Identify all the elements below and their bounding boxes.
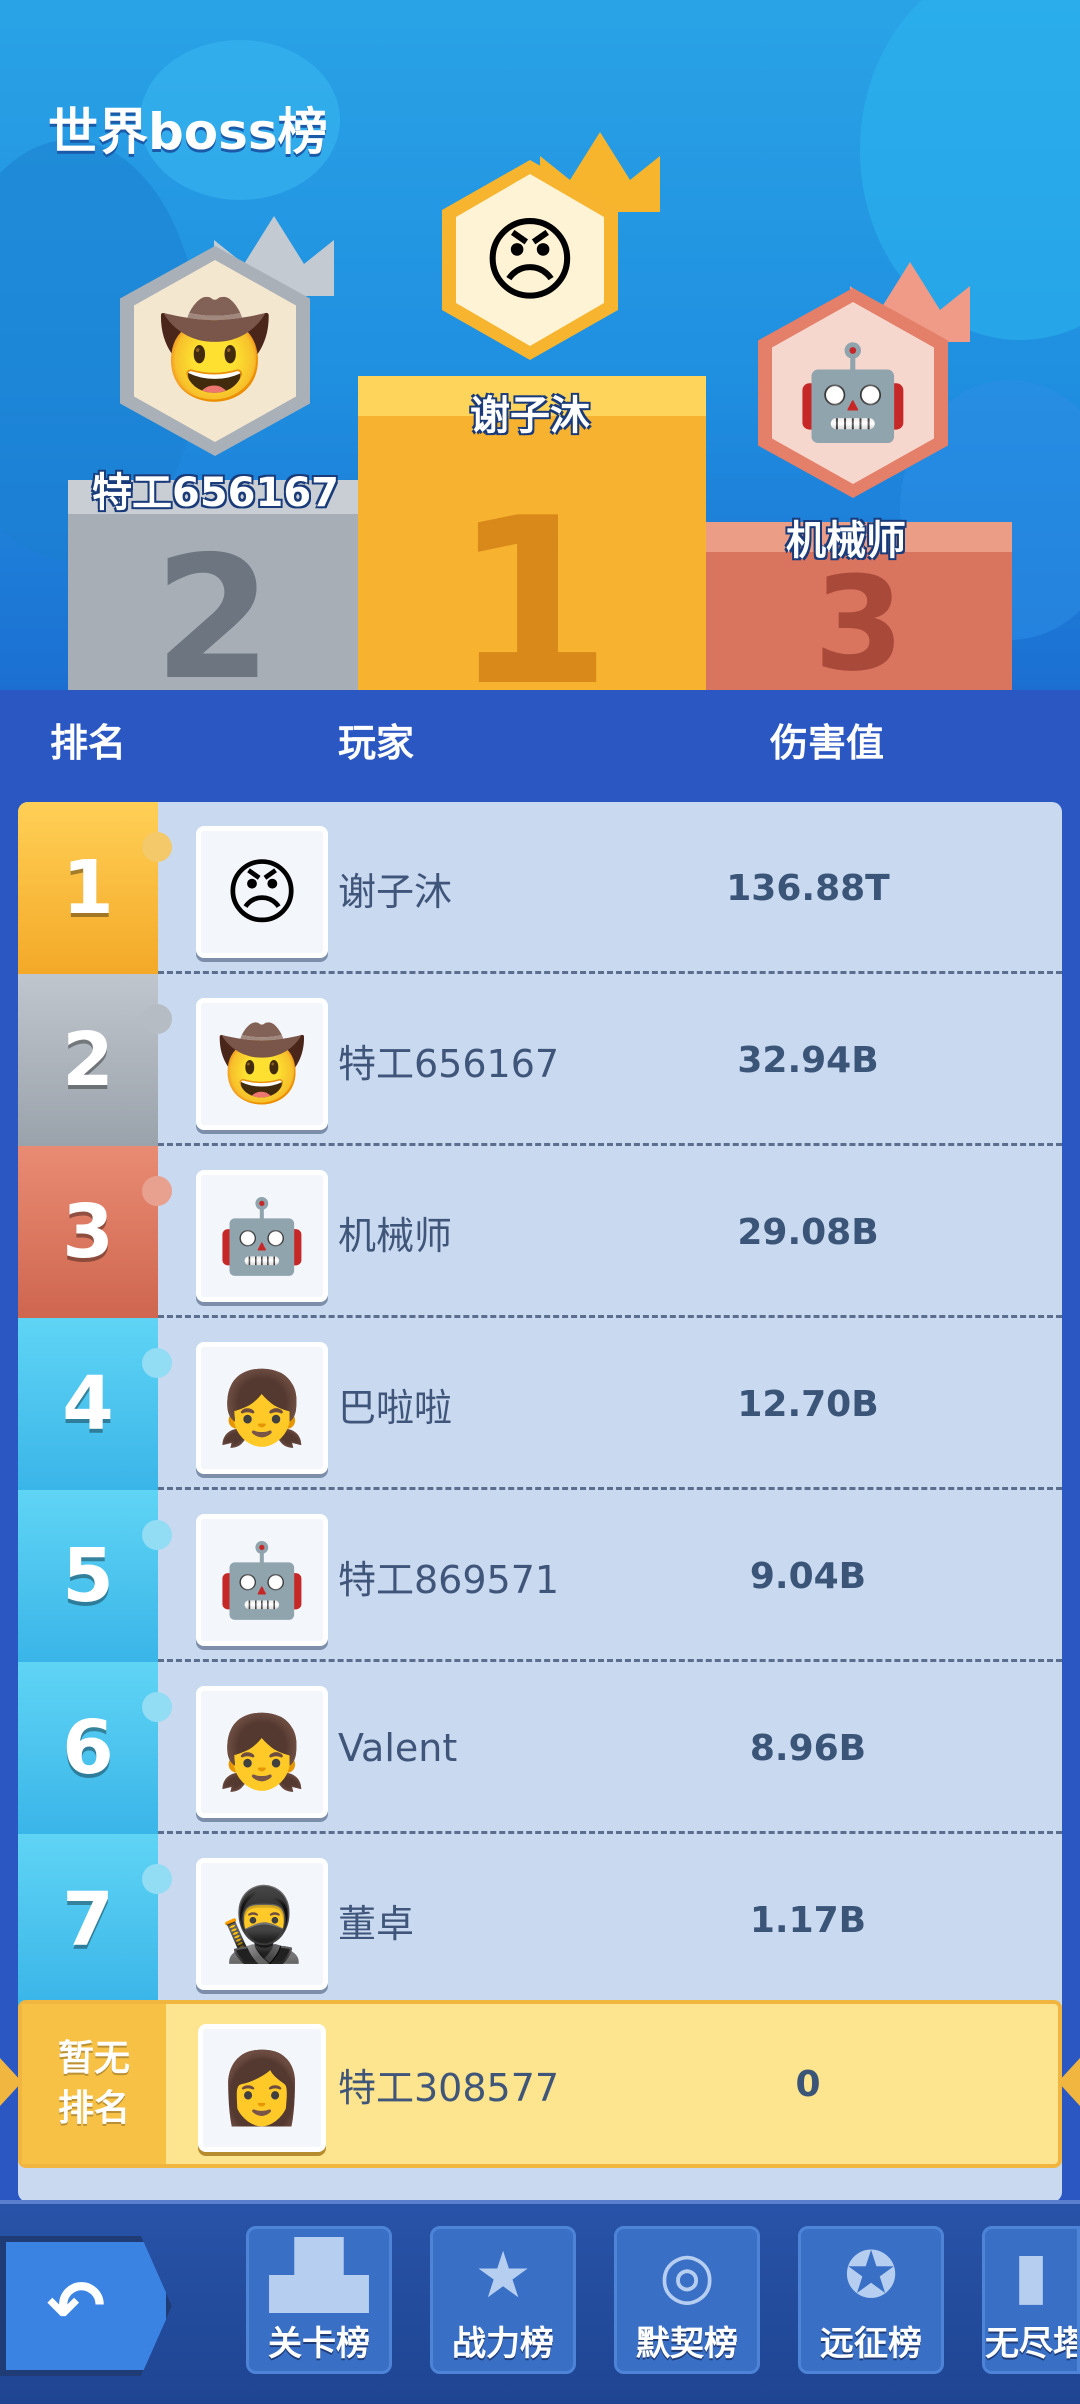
purple-hair-swordsman-icon[interactable]: 🥷 bbox=[196, 1858, 328, 1990]
tab-stage-ranking[interactable]: ▟▙ 关卡榜 bbox=[246, 2226, 392, 2374]
column-header-player: 玩家 bbox=[338, 721, 415, 765]
tab-power-ranking[interactable]: ★ 战力榜 bbox=[430, 2226, 576, 2374]
podium-name-1: 谢子沐 bbox=[470, 393, 590, 439]
column-header-rank: 排名 bbox=[50, 721, 127, 765]
rank-badge: 5 bbox=[18, 1490, 158, 1662]
medal-icon: ◎ bbox=[659, 2239, 715, 2313]
damage-value: 8.96B bbox=[749, 1727, 867, 1769]
row-dot bbox=[142, 832, 172, 862]
rank-badge: 1 bbox=[18, 802, 158, 974]
tab-teamwork-ranking[interactable]: ◎ 默契榜 bbox=[614, 2226, 760, 2374]
cowgirl-heart-eyepatch-icon[interactable]: 🤠 bbox=[196, 998, 328, 1130]
rank-badge: 2 bbox=[18, 974, 158, 1146]
my-rank-text-line2: 排名 bbox=[57, 2088, 130, 2129]
player-name: 机械师 bbox=[338, 1213, 453, 1258]
podium-icon: ▟▙ bbox=[269, 2239, 369, 2313]
table-row[interactable]: 6 👧 Valent 8.96B bbox=[18, 1662, 1062, 1834]
row-dot bbox=[142, 1864, 172, 1894]
damage-value: 29.08B bbox=[737, 1211, 879, 1253]
table-row[interactable]: 1 😠 谢子沐 136.88T bbox=[18, 802, 1062, 974]
damage-value: 12.70B bbox=[737, 1383, 879, 1425]
my-rank-text-line1: 暂无 bbox=[57, 2038, 130, 2079]
tower-icon: ▮ bbox=[1013, 2239, 1049, 2313]
row-dot bbox=[142, 1692, 172, 1722]
page-title: 世界boss榜 bbox=[48, 103, 328, 161]
badge-icon: ✪ bbox=[844, 2239, 898, 2313]
podium-header: 世界boss榜 2 1 3 😠 谢子沐 🤠 特工656167 🤖 机械师 bbox=[0, 0, 1080, 690]
podium-block-1: 1 bbox=[358, 376, 706, 690]
player-name: 特工869571 bbox=[338, 1557, 560, 1602]
girl-with-bird-icon[interactable]: 👧 bbox=[196, 1342, 328, 1474]
row-dot bbox=[142, 1520, 172, 1550]
rank-badge: 6 bbox=[18, 1662, 158, 1834]
damage-value: 32.94B bbox=[737, 1039, 879, 1081]
tab-label: 无尽塔 bbox=[985, 2324, 1077, 2364]
red-hair-gunner-icon[interactable]: 👩 bbox=[198, 2024, 326, 2152]
podium-block-2: 2 bbox=[68, 480, 358, 690]
damage-value: 1.17B bbox=[749, 1899, 867, 1941]
red-robot-icon[interactable]: 🤖 bbox=[196, 1514, 328, 1646]
table-row[interactable]: 2 🤠 特工656167 32.94B bbox=[18, 974, 1062, 1146]
podium-name-3: 机械师 bbox=[786, 518, 906, 564]
row-dot bbox=[142, 1004, 172, 1034]
table-row[interactable]: 3 🤖 机械师 29.08B bbox=[18, 1146, 1062, 1318]
leaderboard-list[interactable]: 1 😠 谢子沐 136.88T 2 🤠 特工656167 32.94B 3 🤖 … bbox=[18, 802, 1062, 2202]
podium-block-3: 3 bbox=[706, 522, 1012, 690]
my-rank-row[interactable]: 暂无 排名 👩 特工308577 0 bbox=[18, 2000, 1062, 2168]
tab-label: 战力榜 bbox=[452, 2324, 554, 2364]
back-arrow-icon: ↶ bbox=[46, 2265, 106, 2347]
player-name: Valent bbox=[338, 1726, 458, 1770]
tab-label: 默契榜 bbox=[636, 2324, 738, 2364]
table-row[interactable]: 7 🥷 董卓 1.17B bbox=[18, 1834, 1062, 2006]
podium-name-2: 特工656167 bbox=[92, 470, 339, 516]
rank-badge: 7 bbox=[18, 1834, 158, 2006]
my-damage-value: 0 bbox=[795, 2063, 821, 2105]
player-name: 谢子沐 bbox=[338, 869, 453, 914]
row-dot bbox=[142, 1176, 172, 1206]
player-name: 董卓 bbox=[338, 1901, 415, 1946]
tab-endless-tower[interactable]: ▮ 无尽塔 bbox=[982, 2226, 1080, 2374]
rank-badge: 4 bbox=[18, 1318, 158, 1490]
tab-label: 关卡榜 bbox=[268, 2324, 370, 2364]
podium-avatar-1[interactable]: 😠 bbox=[442, 160, 618, 360]
damage-value: 136.88T bbox=[726, 867, 890, 909]
damage-value: 9.04B bbox=[749, 1555, 867, 1597]
table-row[interactable]: 5 🤖 特工869571 9.04B bbox=[18, 1490, 1062, 1662]
tab-label: 远征榜 bbox=[820, 2324, 922, 2364]
player-name: 巴啦啦 bbox=[338, 1385, 453, 1430]
player-name: 特工656167 bbox=[338, 1041, 560, 1086]
column-header-damage: 伤害值 bbox=[770, 721, 885, 765]
rank-badge: 3 bbox=[18, 1146, 158, 1318]
back-button[interactable]: ↶ bbox=[0, 2236, 172, 2376]
cartoon-boy-tiger-hat-icon[interactable]: 😠 bbox=[196, 826, 328, 958]
my-player-name: 特工308577 bbox=[338, 2065, 560, 2110]
table-row[interactable]: 4 👧 巴啦啦 12.70B bbox=[18, 1318, 1062, 1490]
trophy-star-icon: ★ bbox=[474, 2239, 532, 2313]
tab-expedition-ranking[interactable]: ✪ 远征榜 bbox=[798, 2226, 944, 2374]
red-robot-icon[interactable]: 🤖 bbox=[196, 1170, 328, 1302]
row-dot bbox=[142, 1348, 172, 1378]
podium-avatar-2[interactable]: 🤠 bbox=[120, 246, 310, 456]
girl-with-bird-icon[interactable]: 👧 bbox=[196, 1686, 328, 1818]
my-rank-badge: 暂无 排名 bbox=[22, 2004, 166, 2164]
podium-avatar-3[interactable]: 🤖 bbox=[758, 288, 948, 498]
